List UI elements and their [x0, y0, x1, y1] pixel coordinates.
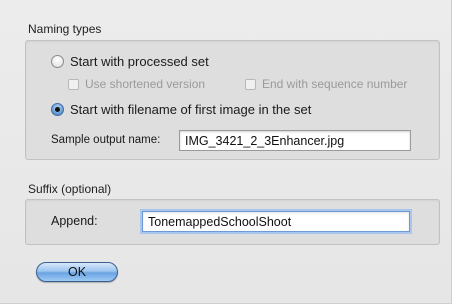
- filename-label: Start with filename of first image in th…: [70, 102, 312, 117]
- filename-radio[interactable]: [51, 103, 64, 116]
- append-row: Append:: [51, 214, 98, 228]
- use-shortened-option: Use shortened version: [68, 77, 205, 91]
- end-with-sequence-checkbox: [245, 78, 256, 90]
- use-shortened-checkbox: [68, 78, 79, 90]
- sample-output-field[interactable]: IMG_3421_2_3Enhancer.jpg: [179, 130, 411, 151]
- processed-set-radio[interactable]: [51, 55, 64, 68]
- naming-types-title: Naming types: [28, 22, 102, 36]
- end-with-sequence-option: End with sequence number: [245, 77, 407, 91]
- suffix-title: Suffix (optional): [28, 182, 112, 196]
- use-shortened-label: Use shortened version: [85, 77, 206, 91]
- ok-button[interactable]: OK: [36, 262, 118, 282]
- end-with-sequence-label: End with sequence number: [262, 77, 408, 91]
- filename-option[interactable]: Start with filename of first image in th…: [51, 102, 311, 117]
- processed-set-label: Start with processed set: [70, 54, 209, 69]
- sample-output-row: Sample output name:: [51, 134, 160, 146]
- append-field[interactable]: TonemappedSchoolShoot: [142, 211, 410, 232]
- sample-output-label: Sample output name:: [51, 134, 161, 146]
- processed-set-option[interactable]: Start with processed set: [51, 54, 209, 69]
- append-label: Append:: [51, 214, 98, 228]
- naming-dialog: Naming types Start with processed set Us…: [0, 0, 452, 304]
